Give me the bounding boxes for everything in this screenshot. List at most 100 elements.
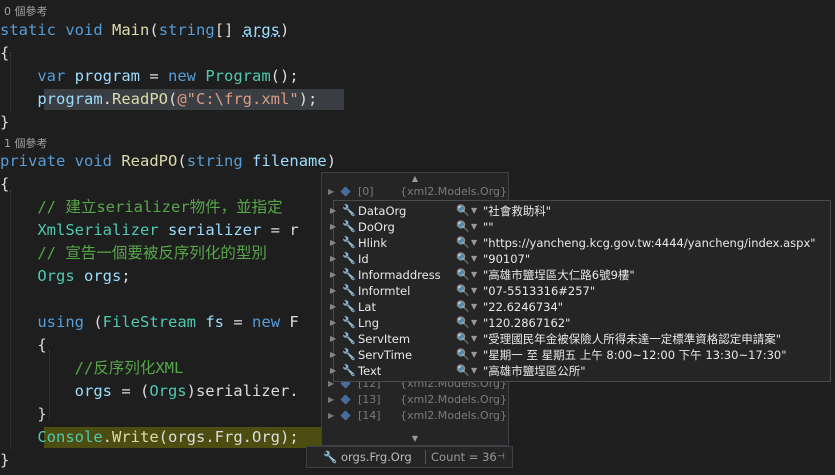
datatip-property-row[interactable]: ▶ 🔧 Id 🔍 ▼ "90107" (330, 251, 830, 267)
property-name: Hlink (358, 236, 387, 250)
datatip-property-row[interactable]: ▶ 🔧 Text 🔍 ▼ "高雄市鹽埕區公所" (330, 363, 830, 379)
code-line-xmlserializer: XmlSerializer serializer = r (37, 221, 299, 239)
expand-arrow-icon[interactable]: ▶ (328, 392, 334, 408)
wrench-icon: 🔧 (342, 332, 356, 345)
datatip-row[interactable]: ▶ [0] {xml2.Models.Org} (322, 184, 508, 200)
chevron-down-icon[interactable]: ▼ (471, 251, 477, 267)
property-value[interactable]: "高雄市鹽埕區公所" (483, 363, 586, 379)
datatip-row[interactable]: ▶ [13] {xml2.Models.Org} (322, 392, 508, 408)
property-value[interactable]: "社會救助科" (483, 203, 551, 219)
expand-arrow-icon[interactable]: ▶ (330, 347, 336, 363)
chevron-down-icon[interactable]: ▼ (471, 363, 477, 379)
property-value[interactable]: "星期一 至 星期五 上午 8:00~12:00 下午 13:30~17:30" (483, 347, 787, 363)
chevron-down-icon[interactable]: ▼ (471, 203, 477, 219)
expand-arrow-icon[interactable]: ▶ (330, 251, 336, 267)
datatip-property-row[interactable]: ▶ 🔧 ServItem 🔍 ▼ "受理國民年金被保險人所得未達一定標準資格認定申請案" (330, 331, 830, 347)
object-icon (340, 394, 351, 405)
magnifier-icon[interactable]: 🔍 (456, 219, 470, 235)
magnifier-icon[interactable]: 🔍 (456, 251, 470, 267)
property-value[interactable]: "" (483, 219, 494, 235)
code-line-readpo-call: program.ReadPO(@"C:\frg.xml"); (37, 90, 318, 108)
datatip-property-row[interactable]: ▶ 🔧 Lng 🔍 ▼ "120.2867162" (330, 315, 830, 331)
chevron-down-icon[interactable]: ▼ (471, 299, 477, 315)
expand-arrow-icon[interactable]: ▶ (330, 203, 336, 219)
expand-arrow-icon[interactable]: ▶ (330, 267, 336, 283)
code-comment: //反序列化XML (74, 359, 184, 377)
datatip-property-row[interactable]: ▶ 🔧 Hlink 🔍 ▼ "https://yancheng.kcg.gov.tw:44… (330, 235, 830, 251)
magnifier-icon[interactable]: 🔍 (456, 235, 470, 251)
code-line-orgs-decl: Orgs orgs; (37, 267, 131, 285)
property-value[interactable]: "https://yancheng.kcg.gov.tw:4444/yanche… (483, 235, 816, 251)
code-comment: // 建立serializer物件，並指定 (37, 198, 283, 216)
chevron-down-icon[interactable]: ▼ (471, 283, 477, 299)
wrench-icon: 🔧 (323, 450, 338, 464)
property-name: Text (358, 364, 382, 378)
expand-arrow-icon[interactable]: ▶ (328, 184, 334, 200)
object-icon (340, 410, 351, 421)
separator (425, 450, 426, 464)
chevron-down-icon[interactable]: ▼ (471, 267, 477, 283)
references-codelens[interactable]: 0 個參考 (4, 3, 48, 19)
magnifier-icon[interactable]: 🔍 (456, 347, 470, 363)
wrench-icon: 🔧 (342, 252, 356, 265)
wrench-icon: 🔧 (342, 284, 356, 297)
code-line-brace: } (0, 113, 10, 131)
magnifier-icon[interactable]: 🔍 (456, 203, 470, 219)
property-name: DataOrg (358, 204, 407, 218)
chevron-down-icon[interactable]: ▼ (471, 331, 477, 347)
magnifier-icon[interactable]: 🔍 (456, 283, 470, 299)
scroll-down-icon[interactable]: ▼ (322, 434, 508, 443)
magnifier-icon[interactable]: 🔍 (456, 315, 470, 331)
expand-arrow-icon[interactable]: ▶ (328, 408, 334, 424)
expand-arrow-icon[interactable]: ▶ (330, 219, 336, 235)
wrench-icon: 🔧 (342, 316, 356, 329)
property-value[interactable]: "120.2867162" (483, 315, 570, 331)
datatip-property-row[interactable]: ▶ 🔧 Lat 🔍 ▼ "22.6246734" (330, 299, 830, 315)
datatip-row[interactable]: ▶ [14] {xml2.Models.Org} (322, 408, 508, 424)
code-line-brace: } (0, 451, 10, 469)
property-value[interactable]: "07-5513316#257" (483, 283, 595, 299)
expand-arrow-icon[interactable]: ▶ (330, 235, 336, 251)
datatip-property-row[interactable]: ▶ 🔧 Informaddress 🔍 ▼ "高雄市鹽埕區大仁路6號9樓" (330, 267, 830, 283)
pin-icon[interactable]: ⊣ (497, 447, 505, 467)
magnifier-icon[interactable]: 🔍 (456, 299, 470, 315)
property-value[interactable]: "90107" (483, 251, 530, 267)
property-value[interactable]: "受理國民年金被保險人所得未達一定標準資格認定申請案" (483, 331, 781, 347)
magnifier-icon[interactable]: 🔍 (456, 331, 470, 347)
datatip-property-row[interactable]: ▶ 🔧 ServTime 🔍 ▼ "星期一 至 星期五 上午 8:00~12:00 下午 … (330, 347, 830, 363)
datatip-properties[interactable]: ▶ 🔧 DataOrg 🔍 ▼ "社會救助科" ▶ 🔧 DoOrg 🔍 ▼ "" ▶ 🔧 Hlink 🔍 ▼ "h… (330, 200, 831, 382)
property-name: Lat (358, 300, 376, 314)
wrench-icon: 🔧 (342, 220, 356, 233)
code-comment: // 宣告一個要被反序列化的型別 (37, 244, 267, 262)
scroll-up-icon[interactable]: ▲ (322, 174, 508, 183)
code-line-var-program: var program = new Program(); (37, 67, 299, 85)
magnifier-icon[interactable]: 🔍 (456, 363, 470, 379)
chevron-down-icon[interactable]: ▼ (471, 235, 477, 251)
code-line-brace: { (0, 175, 10, 193)
property-name: Informtel (358, 284, 411, 298)
expand-arrow-icon[interactable]: ▶ (330, 283, 336, 299)
code-line-brace: { (0, 44, 10, 62)
object-icon (340, 186, 351, 197)
chevron-down-icon[interactable]: ▼ (471, 347, 477, 363)
property-name: Informaddress (358, 268, 441, 282)
expand-arrow-icon[interactable]: ▶ (330, 331, 336, 347)
magnifier-icon[interactable]: 🔍 (456, 267, 470, 283)
code-line-deserialize: orgs = (Orgs)serializer. (74, 382, 299, 400)
code-line-console-write: Console.Write(orgs.Frg.Org); (37, 428, 299, 446)
property-value[interactable]: "高雄市鹽埕區大仁路6號9樓" (483, 267, 635, 283)
expand-arrow-icon[interactable]: ▶ (330, 315, 336, 331)
references-codelens[interactable]: 1 個參考 (4, 135, 48, 151)
property-name: Lng (358, 316, 379, 330)
datatip-property-row[interactable]: ▶ 🔧 DoOrg 🔍 ▼ "" (330, 219, 830, 235)
expand-arrow-icon[interactable]: ▶ (330, 363, 336, 379)
property-name: DoOrg (358, 220, 395, 234)
wrench-icon: 🔧 (342, 348, 356, 361)
datatip-property-row[interactable]: ▶ 🔧 DataOrg 🔍 ▼ "社會救助科" (330, 203, 830, 219)
datatip-footer: 🔧 orgs.Frg.Org Count = 36 ⊣ (306, 446, 513, 468)
property-value[interactable]: "22.6246734" (483, 299, 563, 315)
chevron-down-icon[interactable]: ▼ (471, 315, 477, 331)
chevron-down-icon[interactable]: ▼ (471, 219, 477, 235)
expand-arrow-icon[interactable]: ▶ (330, 299, 336, 315)
datatip-property-row[interactable]: ▶ 🔧 Informtel 🔍 ▼ "07-5513316#257" (330, 283, 830, 299)
